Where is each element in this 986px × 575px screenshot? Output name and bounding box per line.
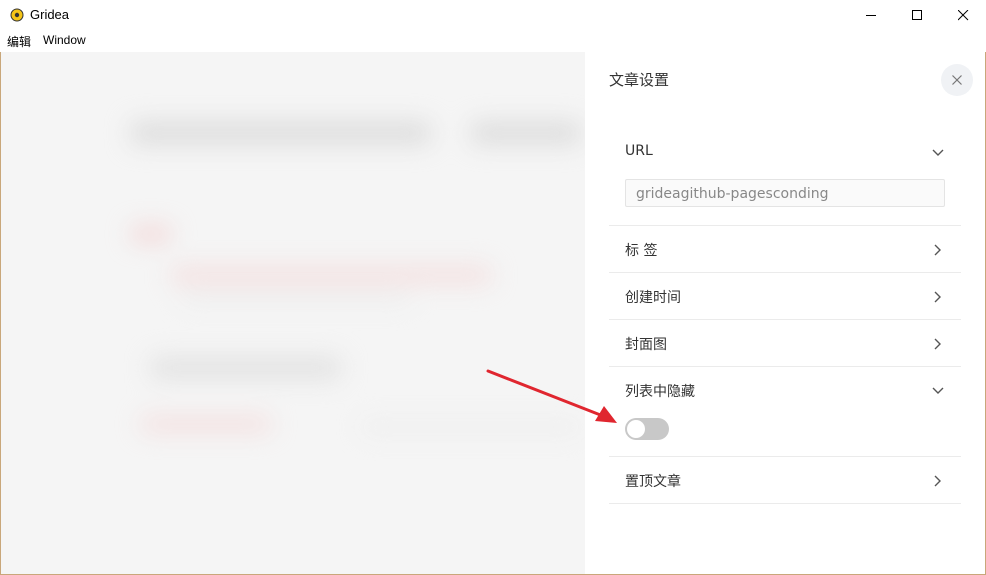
window-title: Gridea — [30, 7, 70, 22]
section-created-time-label: 创建时间 — [625, 290, 681, 306]
blurred-title-bar — [131, 122, 431, 144]
hide-in-list-toggle[interactable] — [625, 418, 669, 440]
section-url: URL grideagithub-pagesconding — [609, 126, 961, 226]
close-window-icon — [957, 9, 968, 20]
section-created-time[interactable]: 创建时间 — [609, 273, 961, 320]
section-cover[interactable]: 封面图 — [609, 320, 961, 367]
section-tags[interactable]: 标 签 — [609, 226, 961, 273]
close-window-button[interactable] — [940, 0, 986, 30]
annotation-arrow-icon — [486, 369, 617, 423]
panel-title: 文章设置 — [609, 71, 670, 89]
blurred-title-bar-2 — [471, 122, 581, 144]
chevron-down-icon[interactable] — [931, 384, 945, 398]
section-pin-label: 置顶文章 — [625, 474, 681, 490]
blurred-heading — [151, 357, 341, 379]
chevron-down-icon[interactable] — [931, 146, 945, 160]
section-hide-in-list: 列表中隐藏 — [609, 367, 961, 457]
chevron-right-icon[interactable] — [931, 243, 945, 257]
section-pin[interactable]: 置顶文章 — [609, 457, 961, 504]
chevron-right-icon[interactable] — [931, 290, 945, 304]
title-bar: Gridea — [0, 0, 986, 30]
editor-background-blurred — [1, 52, 585, 574]
article-settings-panel: 文章设置 URL grideagithub-pagesconding 标 签 创… — [585, 52, 985, 574]
maximize-button[interactable] — [894, 0, 940, 30]
minimize-button[interactable] — [848, 0, 894, 30]
menu-edit[interactable]: 编辑 — [7, 33, 31, 50]
blurred-text-line — [171, 267, 491, 283]
blurred-highlight — [131, 227, 171, 241]
section-url-label: URL — [625, 143, 653, 159]
blurred-content — [1, 52, 585, 574]
app-logo-icon — [10, 8, 24, 22]
section-tags-label: 标 签 — [625, 243, 658, 259]
section-hide-in-list-label: 列表中隐藏 — [625, 384, 695, 400]
toggle-knob — [627, 420, 645, 438]
close-icon — [952, 75, 962, 85]
chevron-right-icon[interactable] — [931, 474, 945, 488]
section-cover-label: 封面图 — [625, 337, 667, 353]
chevron-right-icon[interactable] — [931, 337, 945, 351]
url-input[interactable]: grideagithub-pagesconding — [625, 179, 945, 207]
blurred-text-line-2 — [181, 292, 411, 302]
menu-window[interactable]: Window — [43, 33, 86, 47]
minimize-icon — [865, 14, 876, 16]
menu-bar: 编辑 Window — [0, 30, 986, 52]
maximize-icon — [911, 9, 922, 20]
blurred-text-line-3 — [141, 417, 271, 431]
close-panel-button[interactable] — [941, 64, 973, 96]
